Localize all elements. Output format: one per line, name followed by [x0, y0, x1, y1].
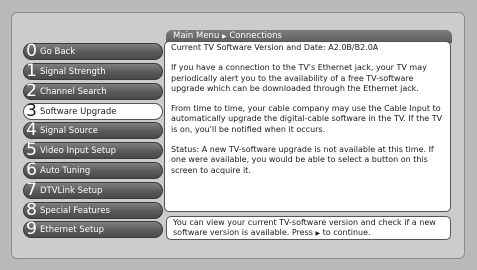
- upgrade-status-text: Status: A new TV-software upgrade is not…: [171, 145, 434, 175]
- menu-item-label: Special Features: [40, 205, 110, 216]
- breadcrumb-current: Connections: [229, 31, 282, 41]
- software-version-title: Current TV Software Version and Date: A2…: [171, 43, 379, 52]
- cable-info-text: From time to time, your cable company ma…: [171, 104, 443, 134]
- menu-item-label: Go Back: [40, 46, 76, 57]
- menu-item-label: Video Input Setup: [40, 145, 116, 156]
- menu-item-number: 4: [26, 120, 37, 140]
- right-triangle-icon: ▶: [315, 230, 321, 237]
- menu-item-label: Ethernet Setup: [40, 224, 105, 235]
- menu-item-special-features[interactable]: 8 Special Features: [23, 202, 163, 219]
- ethernet-info-text: If you have a connection to the TV's Eth…: [171, 63, 427, 93]
- menu-item-dtvlink-setup[interactable]: 7 DTVLink Setup: [23, 182, 163, 199]
- menu-item-software-upgrade[interactable]: 3 Software Upgrade: [23, 103, 163, 120]
- menu-item-go-back[interactable]: 0 Go Back: [23, 43, 163, 60]
- menu-item-number: 7: [26, 180, 37, 200]
- menu-item-number: 1: [26, 61, 37, 81]
- menu-item-label: Software Upgrade: [40, 106, 117, 117]
- menu-item-label: Signal Strength: [40, 66, 106, 77]
- menu-item-label: DTVLink Setup: [40, 185, 103, 196]
- breadcrumb-root: Main Menu: [173, 31, 220, 41]
- menu-item-number: 9: [26, 219, 37, 239]
- menu-item-number: 3: [26, 101, 37, 121]
- menu-item-number: 5: [26, 140, 37, 160]
- help-text: You can view your current TV-software ve…: [173, 218, 436, 237]
- menu-item-number: 2: [26, 81, 37, 101]
- menu-item-ethernet-setup[interactable]: 9 Ethernet Setup: [23, 221, 163, 238]
- help-box: You can view your current TV-software ve…: [166, 216, 451, 240]
- menu-item-video-input-setup[interactable]: 5 Video Input Setup: [23, 142, 163, 159]
- menu-item-signal-strength[interactable]: 1 Signal Strength: [23, 63, 163, 80]
- menu-item-label: Auto Tuning: [40, 165, 91, 176]
- menu-item-channel-search[interactable]: 2 Channel Search: [23, 83, 163, 100]
- menu-item-number: 8: [26, 200, 37, 220]
- menu-item-label: Channel Search: [40, 86, 107, 97]
- menu-item-number: 6: [26, 160, 37, 180]
- help-text-continue: to continue.: [322, 228, 371, 237]
- right-triangle-icon: ▶: [222, 33, 227, 40]
- menu-item-label: Signal Source: [40, 125, 99, 136]
- menu-item-number: 0: [26, 41, 37, 61]
- info-panel: Current TV Software Version and Date: A2…: [164, 41, 451, 212]
- menu-item-signal-source[interactable]: 4 Signal Source: [23, 122, 163, 139]
- menu-item-auto-tuning[interactable]: 6 Auto Tuning: [23, 162, 163, 179]
